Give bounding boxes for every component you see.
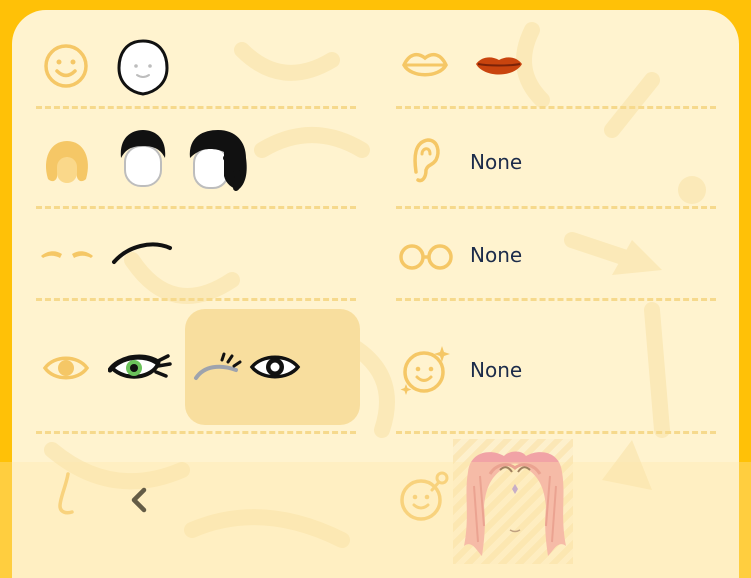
pink-hair-option[interactable] [460,446,570,562]
eyelash-option[interactable] [192,350,244,384]
hair-icon[interactable] [40,137,94,187]
face-icon[interactable] [42,42,90,90]
glasses-value-label: None [470,243,523,267]
nose-icon[interactable] [52,470,82,518]
divider-left-3 [36,298,356,301]
face-shape-option[interactable] [116,38,170,96]
sparkle-face-icon[interactable] [398,344,452,398]
divider-left-1 [36,106,356,109]
nose-option[interactable] [128,486,152,514]
eye-option-green-lashes[interactable] [108,352,172,388]
eye-icon[interactable] [42,351,90,385]
lips-icon[interactable] [401,48,449,84]
lips-option-red[interactable] [474,54,524,80]
hair-option-long[interactable] [186,128,250,194]
ear-icon[interactable] [408,136,442,186]
divider-left-4 [36,431,356,434]
avatar-editor-panel: None None None [12,10,739,578]
divider-right-1 [396,106,716,109]
divider-right-4 [396,431,716,434]
eye-option-round[interactable] [248,350,302,384]
divider-right-2 [396,206,716,209]
divider-left-2 [36,206,356,209]
glasses-icon[interactable] [397,242,455,272]
face-accessory-icon[interactable] [396,468,452,524]
ear-value-label: None [470,150,523,174]
eyebrows-icon[interactable] [38,242,96,264]
divider-right-3 [396,298,716,301]
hair-option-short[interactable] [115,128,171,188]
eyebrow-option-arch[interactable] [110,238,174,268]
extras-value-label: None [470,358,523,382]
